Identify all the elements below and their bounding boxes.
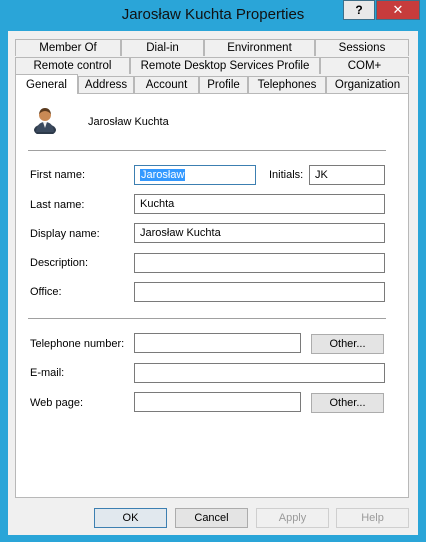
tab-account[interactable]: Account bbox=[134, 76, 199, 93]
last-name-field[interactable]: Kuchta bbox=[134, 194, 385, 214]
divider-middle bbox=[28, 318, 386, 319]
close-button[interactable]: ✕ bbox=[376, 0, 420, 20]
tab-com-plus[interactable]: COM+ bbox=[320, 57, 409, 74]
tab-sessions[interactable]: Sessions bbox=[315, 39, 409, 56]
tab-dial-in[interactable]: Dial-in bbox=[121, 39, 204, 56]
description-label: Description: bbox=[30, 257, 89, 269]
telephone-field[interactable] bbox=[134, 333, 301, 353]
tab-remote-control[interactable]: Remote control bbox=[15, 57, 130, 74]
display-name-field[interactable]: Jarosław Kuchta bbox=[134, 223, 385, 243]
tab-row-3: General Address Account Profile Telephon… bbox=[8, 74, 418, 94]
tab-organization[interactable]: Organization bbox=[326, 76, 409, 93]
first-name-label: First name: bbox=[30, 169, 86, 181]
telephone-other-button[interactable]: Other... bbox=[311, 334, 384, 354]
tab-row-1: Member Of Dial-in Environment Sessions bbox=[8, 39, 418, 56]
description-field[interactable] bbox=[134, 253, 385, 273]
properties-window: Jarosław Kuchta Properties ? ✕ Member Of… bbox=[0, 0, 426, 542]
office-field[interactable] bbox=[134, 282, 385, 302]
dialog-client: Member Of Dial-in Environment Sessions R… bbox=[8, 31, 418, 535]
first-name-field[interactable]: Jarosław bbox=[134, 165, 256, 185]
office-label: Office: bbox=[30, 286, 62, 298]
tab-row-2: Remote control Remote Desktop Services P… bbox=[8, 57, 418, 74]
webpage-label: Web page: bbox=[30, 397, 84, 409]
user-avatar-icon bbox=[34, 108, 56, 134]
email-label: E-mail: bbox=[30, 367, 65, 379]
cancel-button[interactable]: Cancel bbox=[175, 508, 248, 528]
help-title-button[interactable]: ? bbox=[343, 0, 375, 20]
email-field[interactable] bbox=[134, 363, 385, 383]
tab-general[interactable]: General bbox=[15, 74, 78, 94]
initials-field[interactable]: JK bbox=[309, 165, 385, 185]
title-bar: Jarosław Kuchta Properties ? ✕ bbox=[0, 0, 426, 30]
help-button[interactable]: Help bbox=[336, 508, 409, 528]
initials-label: Initials: bbox=[269, 169, 304, 181]
first-name-value: Jarosław bbox=[140, 169, 186, 181]
tab-member-of[interactable]: Member Of bbox=[15, 39, 121, 56]
divider-top bbox=[28, 150, 386, 151]
apply-button[interactable]: Apply bbox=[256, 508, 329, 528]
telephone-label: Telephone number: bbox=[30, 338, 125, 350]
ok-button[interactable]: OK bbox=[94, 508, 167, 528]
tab-address[interactable]: Address bbox=[78, 76, 134, 93]
last-name-label: Last name: bbox=[30, 199, 85, 211]
tab-telephones[interactable]: Telephones bbox=[248, 76, 326, 93]
webpage-field[interactable] bbox=[134, 392, 301, 412]
tab-rds-profile[interactable]: Remote Desktop Services Profile bbox=[130, 57, 320, 74]
tab-profile[interactable]: Profile bbox=[199, 76, 248, 93]
tab-environment[interactable]: Environment bbox=[204, 39, 315, 56]
user-name-heading: Jarosław Kuchta bbox=[88, 116, 169, 128]
webpage-other-button[interactable]: Other... bbox=[311, 393, 384, 413]
display-name-label: Display name: bbox=[30, 228, 100, 240]
